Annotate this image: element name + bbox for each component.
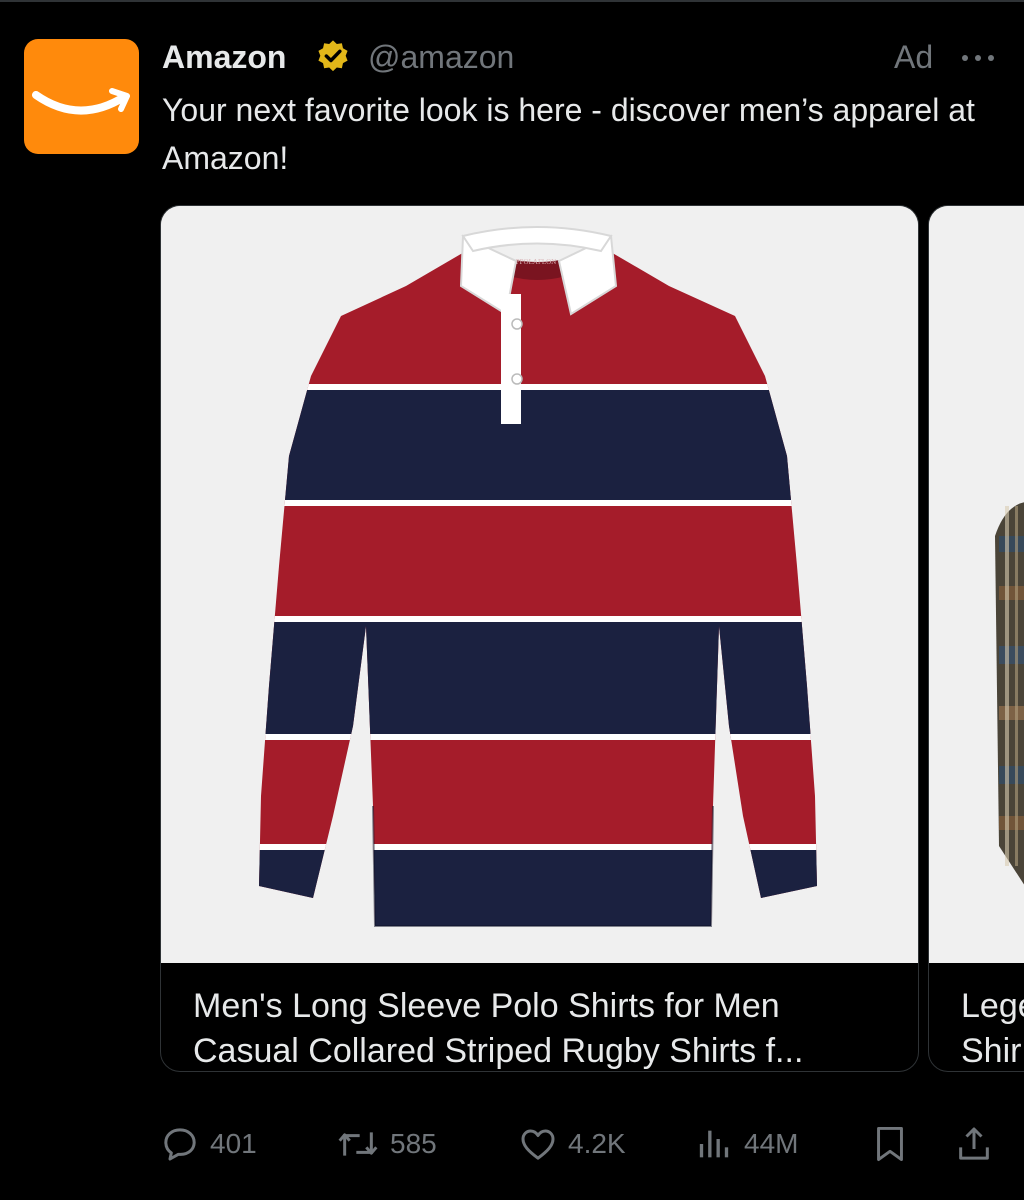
like-icon — [521, 1129, 555, 1160]
like-button[interactable]: 4.2K — [518, 1118, 626, 1170]
product-image-next[interactable] — [929, 206, 1024, 963]
product-title-next-line-2: Shir — [961, 1032, 1022, 1070]
product-title-line-2: Casual Collared Striped Rugby Shirts f..… — [193, 1032, 804, 1070]
post-text: Your next favorite look is here - discov… — [162, 92, 975, 176]
like-count: 4.2K — [568, 1128, 626, 1159]
repost-icon — [338, 1132, 378, 1156]
product-image[interactable]: PPOLAFLON — [161, 206, 918, 963]
product-title-next[interactable]: Lege Shir — [961, 984, 1024, 1071]
repost-count: 585 — [390, 1128, 437, 1159]
verified-badge-icon[interactable] — [314, 38, 352, 76]
reply-button[interactable]: 401 — [160, 1118, 257, 1170]
striped-rugby-shirt-image: PPOLAFLON — [161, 206, 918, 963]
ad-label: Ad — [894, 39, 934, 75]
product-title-line-1: Men's Long Sleeve Polo Shirts for Men — [193, 987, 780, 1025]
reply-count: 401 — [210, 1128, 257, 1159]
action-bar: 401 585 4.2K 44M — [160, 1118, 1000, 1170]
post-header: Amazon @amazon Ad — [162, 36, 994, 80]
product-title-next-line-1: Lege — [961, 987, 1024, 1025]
product-title[interactable]: Men's Long Sleeve Polo Shirts for Men Ca… — [193, 984, 893, 1071]
shirt-neck-tag: PPOLAFLON — [516, 258, 556, 266]
bookmark-icon — [877, 1126, 903, 1162]
top-divider — [0, 0, 1024, 2]
amazon-avatar[interactable] — [24, 39, 139, 154]
product-card-next[interactable]: Lege Shir — [928, 205, 1024, 1072]
views-button[interactable]: 44M — [694, 1118, 798, 1170]
share-button[interactable] — [954, 1118, 994, 1170]
views-count: 44M — [744, 1128, 799, 1159]
author-name[interactable]: Amazon — [162, 36, 286, 78]
views-icon — [699, 1130, 729, 1158]
bookmark-button[interactable] — [872, 1118, 908, 1170]
amazon-smile-logo — [32, 88, 130, 115]
reply-icon — [164, 1128, 196, 1161]
author-handle[interactable]: @amazon — [368, 36, 514, 78]
share-icon — [959, 1127, 989, 1160]
repost-button[interactable]: 585 — [336, 1118, 437, 1170]
more-options-icon[interactable] — [958, 44, 998, 72]
product-card[interactable]: PPOLAFLON Men's Long Sleeve Polo Shirts … — [160, 205, 919, 1072]
plaid-shirt-image — [929, 206, 1024, 963]
